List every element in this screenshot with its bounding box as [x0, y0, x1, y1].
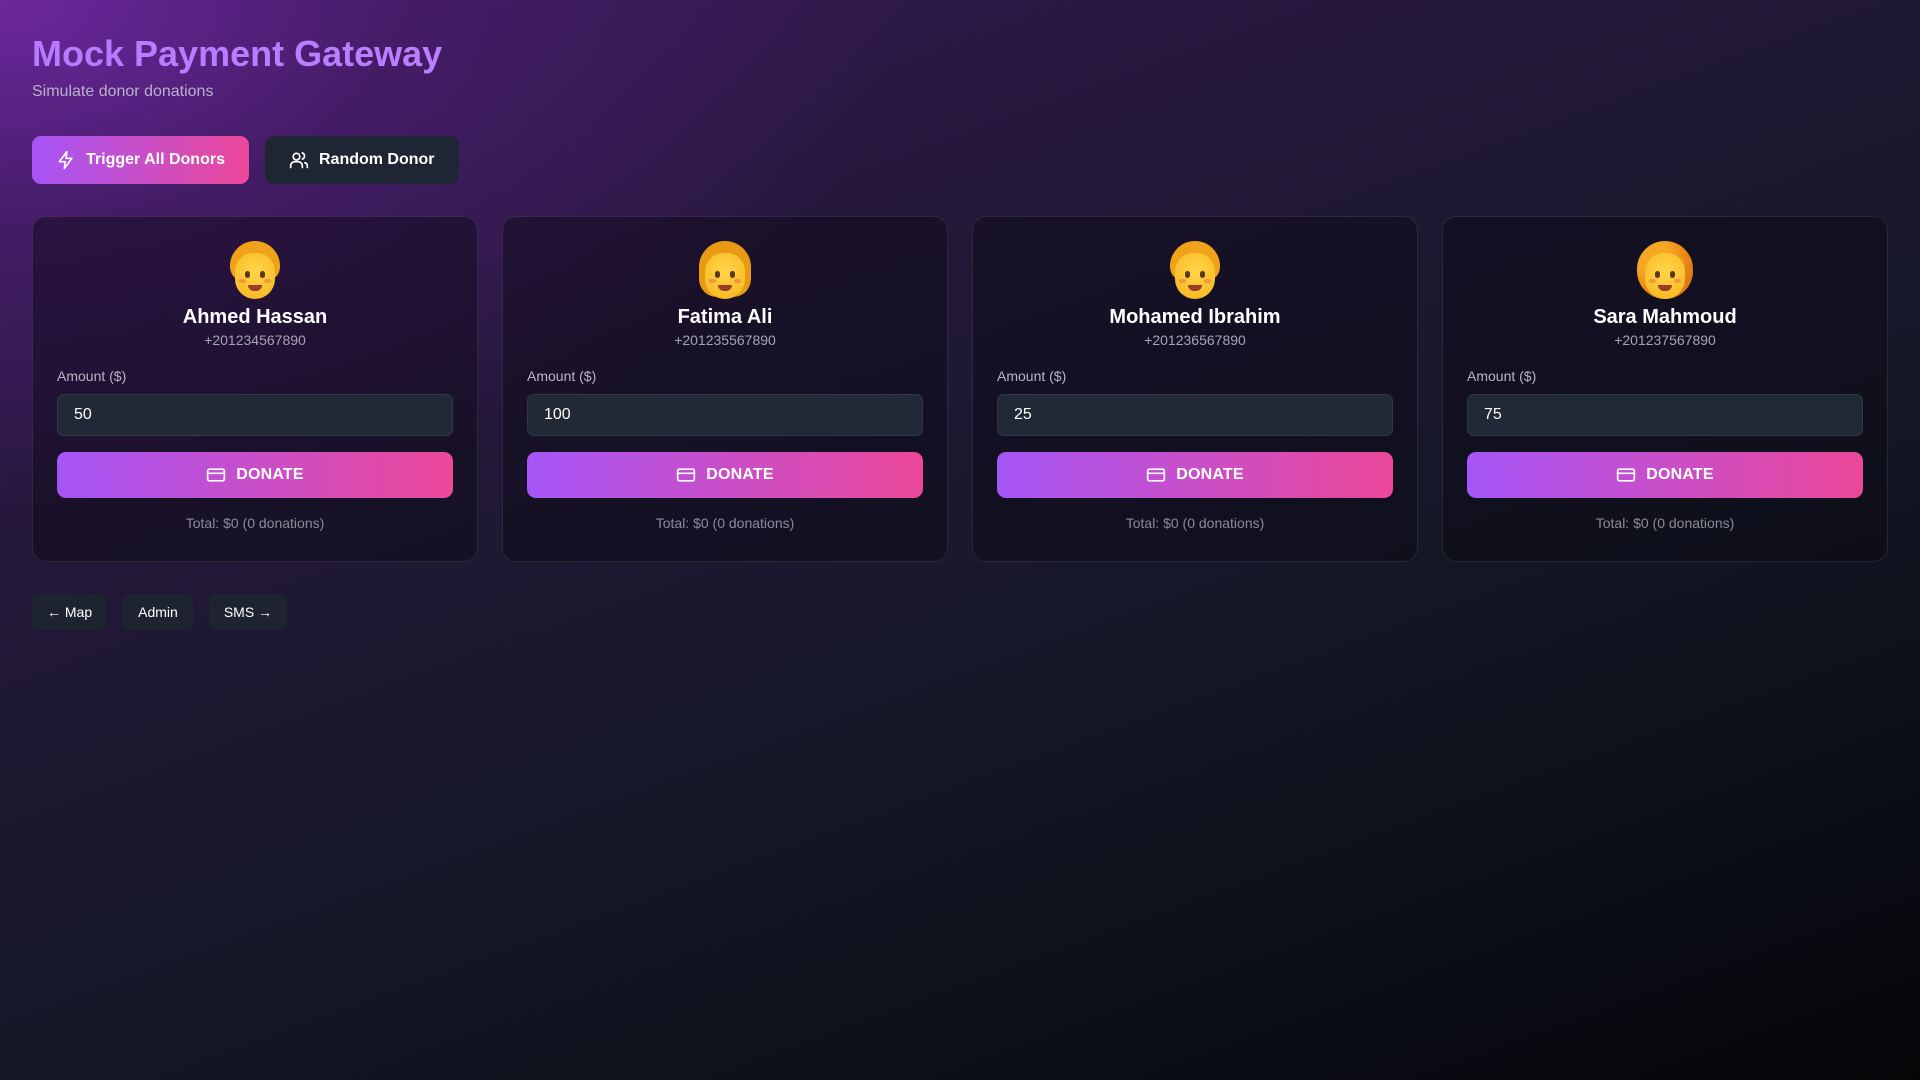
credit-card-icon: [677, 468, 696, 482]
page-subtitle: Simulate donor donations: [32, 83, 214, 100]
amount-input[interactable]: [527, 394, 923, 436]
amount-label: Amount ($): [997, 368, 1067, 384]
amount-input[interactable]: [997, 394, 1393, 436]
users-icon: [289, 152, 309, 169]
avatar: [1637, 241, 1693, 301]
donor-cards: Ahmed Hassan +201234567890 Amount ($) DO…: [32, 216, 1888, 562]
lightning-icon: [58, 150, 73, 170]
trigger-all-donors-label: Trigger All Donors: [86, 151, 225, 168]
avatar: [227, 241, 283, 301]
donate-button[interactable]: DONATE: [1467, 452, 1863, 498]
donation-total: Total: $0 (0 donations): [655, 515, 795, 531]
donate-button[interactable]: DONATE: [57, 452, 453, 498]
donate-label: DONATE: [706, 466, 774, 483]
donor-card: Mohamed Ibrahim +201236567890 Amount ($)…: [972, 216, 1418, 562]
random-donor-label: Random Donor: [318, 151, 435, 168]
donor-card: Fatima Ali +201235567890 Amount ($) DONA…: [502, 216, 948, 562]
donate-label: DONATE: [236, 466, 304, 483]
donor-phone: +201236567890: [1144, 332, 1246, 348]
donate-button[interactable]: DONATE: [997, 452, 1393, 498]
credit-card-icon: [1147, 468, 1166, 482]
donor-name: Ahmed Hassan: [182, 306, 328, 328]
donor-card: Ahmed Hassan +201234567890 Amount ($) DO…: [32, 216, 478, 562]
action-row: Trigger All Donors Random Donor: [32, 136, 1888, 184]
nav-row: ← Map Admin SMS →: [32, 594, 1888, 630]
donor-name: Sara Mahmoud: [1593, 306, 1737, 328]
donor-card: Sara Mahmoud +201237567890 Amount ($) DO…: [1442, 216, 1888, 562]
donate-button[interactable]: DONATE: [527, 452, 923, 498]
donate-label: DONATE: [1176, 466, 1244, 483]
donation-total: Total: $0 (0 donations): [1595, 515, 1735, 531]
page-container: Mock Payment Gateway Simulate donor dona…: [32, 32, 1888, 630]
donor-name: Mohamed Ibrahim: [1109, 306, 1281, 328]
donate-label: DONATE: [1646, 466, 1714, 483]
amount-label: Amount ($): [527, 368, 597, 384]
amount-label: Amount ($): [1467, 368, 1537, 384]
credit-card-icon: [1617, 468, 1636, 482]
donation-total: Total: $0 (0 donations): [185, 515, 325, 531]
trigger-all-donors-button[interactable]: Trigger All Donors: [32, 136, 249, 184]
sms-link[interactable]: SMS →: [208, 594, 288, 630]
avatar: [1167, 241, 1223, 301]
avatar: [697, 241, 753, 301]
donation-total: Total: $0 (0 donations): [1125, 515, 1265, 531]
amount-label: Amount ($): [57, 368, 127, 384]
map-link[interactable]: ← Map: [32, 594, 108, 630]
amount-input[interactable]: [57, 394, 453, 436]
donor-phone: +201234567890: [204, 332, 306, 348]
credit-card-icon: [207, 468, 226, 482]
page-title: Mock Payment Gateway: [32, 32, 1888, 76]
admin-link[interactable]: Admin: [123, 594, 193, 630]
donor-phone: +201235567890: [674, 332, 776, 348]
donor-name: Fatima Ali: [677, 306, 773, 328]
random-donor-button[interactable]: Random Donor: [264, 136, 459, 184]
amount-input[interactable]: [1467, 394, 1863, 436]
donor-phone: +201237567890: [1614, 332, 1716, 348]
